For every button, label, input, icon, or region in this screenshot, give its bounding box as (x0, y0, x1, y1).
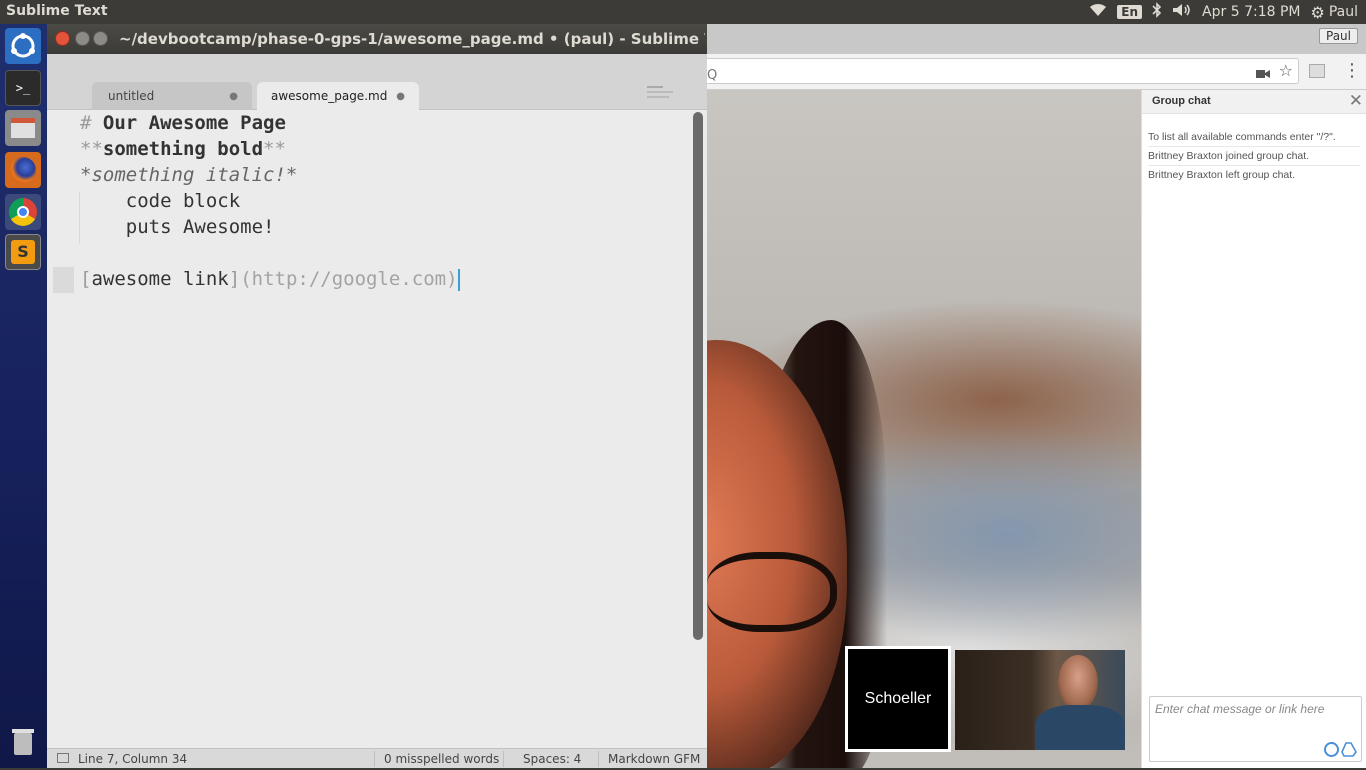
dash-home-icon[interactable] (5, 28, 41, 64)
files-icon[interactable] (5, 110, 41, 146)
participant-name: Schoeller (864, 690, 932, 707)
gear-icon: ⚙ (1310, 2, 1325, 22)
hangout-main-video[interactable]: Schoeller (707, 90, 1141, 768)
chrome-toolbar: Q ☆ ⋮ (707, 54, 1366, 90)
md-bold-close: ** (263, 138, 286, 160)
active-app-title: Sublime Text (6, 3, 108, 19)
camera-icon[interactable] (1256, 65, 1270, 84)
volume-icon[interactable] (1172, 3, 1192, 21)
chat-message: Brittney Braxton joined group chat. (1148, 147, 1360, 166)
close-window-icon[interactable] (55, 31, 70, 46)
session-menu[interactable]: ⚙ Paul (1311, 3, 1359, 22)
chat-message: To list all available commands enter "/?… (1148, 128, 1360, 147)
text-cursor (457, 268, 460, 291)
firefox-icon[interactable] (5, 152, 41, 188)
md-link-close: ] (228, 268, 241, 290)
tab-untitled[interactable]: untitled ● (92, 82, 252, 110)
editor-line-5: puts Awesome! (80, 216, 275, 238)
panel-toggle-icon[interactable] (57, 753, 69, 763)
editor-line-2: **something bold** (80, 138, 286, 164)
md-italic-open: * (80, 164, 92, 186)
status-indentation[interactable]: Spaces: 4 (523, 752, 581, 766)
clock-date: Apr 5 (1202, 4, 1240, 20)
emoji-icon[interactable] (1324, 742, 1339, 757)
minimize-window-icon[interactable] (75, 31, 90, 46)
chrome-window: Paul Q ☆ ⋮ Schoeller Group chat ✕ To lis… (707, 24, 1366, 768)
chat-input-placeholder: Enter chat message or link here (1155, 702, 1325, 716)
tab-bar: untitled ● awesome_page.md ● (47, 54, 707, 110)
clock-time: 7:18 PM (1244, 4, 1301, 20)
wifi-icon[interactable] (1089, 3, 1107, 21)
extension-icon[interactable] (1309, 64, 1325, 78)
thumbnail-body (1035, 705, 1125, 750)
keyboard-layout-indicator[interactable]: En (1117, 5, 1143, 19)
session-user: Paul (1328, 4, 1358, 20)
participant-thumbnail-self[interactable] (955, 650, 1125, 750)
omnibox[interactable]: Q ☆ (707, 58, 1299, 84)
sublime-text-window: ~/devbootcamp/phase-0-gps-1/awesome_page… (47, 24, 707, 768)
omnibox-text: Q (707, 68, 718, 83)
md-link-open: [ (80, 268, 92, 290)
status-position: Line 7, Column 34 (78, 752, 188, 766)
terminal-icon[interactable]: >_ (5, 70, 41, 106)
sublime-window-title: ~/devbootcamp/phase-0-gps-1/awesome_page… (119, 30, 705, 48)
tab-dirty-indicator[interactable]: ● (229, 91, 238, 102)
tab-label: untitled (108, 89, 155, 103)
indicator-area: En Apr 5 7:18 PM ⚙ Paul (1089, 0, 1358, 24)
chat-title: Group chat (1152, 95, 1211, 107)
sublime-titlebar: ~/devbootcamp/phase-0-gps-1/awesome_page… (47, 24, 707, 54)
editor-line-4: code block (80, 190, 241, 212)
chat-message-input[interactable]: Enter chat message or link here (1149, 696, 1362, 762)
md-italic-close: * (285, 164, 298, 186)
bookmark-star-icon[interactable]: ☆ (1279, 61, 1293, 80)
trash-icon[interactable] (5, 724, 41, 760)
video-person-glasses (707, 552, 837, 632)
editor-area[interactable]: # Our Awesome Page **something bold** *s… (47, 110, 691, 770)
launcher: >_ S (0, 24, 47, 768)
top-panel: Sublime Text En Apr 5 7:18 PM ⚙ Paul (0, 0, 1366, 24)
md-link-text: awesome link (91, 268, 229, 290)
md-italic-text: something italic! (91, 164, 286, 186)
minimap[interactable] (647, 86, 677, 102)
md-heading-marker: # (80, 112, 92, 134)
chrome-titlebar: Paul (707, 24, 1366, 54)
editor-line-1: # Our Awesome Page (80, 112, 286, 138)
close-icon[interactable]: ✕ (1349, 91, 1363, 111)
md-heading-text: Our Awesome Page (102, 112, 286, 134)
status-syntax[interactable]: Markdown GFM (608, 752, 700, 766)
status-spellcheck[interactable]: 0 misspelled words (384, 752, 499, 766)
clock[interactable]: Apr 5 7:18 PM (1202, 4, 1300, 20)
group-chat-panel: Group chat ✕ To list all available comma… (1141, 90, 1366, 768)
chat-message: Brittney Braxton left group chat. (1148, 169, 1296, 181)
drive-icon[interactable] (1341, 742, 1357, 757)
md-bold-open: ** (80, 138, 103, 160)
current-line-gutter (53, 267, 74, 293)
participant-thumbnail-schoeller[interactable]: Schoeller (845, 646, 951, 752)
tab-label: awesome_page.md (271, 89, 388, 103)
chrome-menu-icon[interactable]: ⋮ (1343, 60, 1361, 81)
editor-line-3: *something italic!* (80, 164, 297, 190)
chat-header: Group chat ✕ (1142, 90, 1366, 114)
tab-dirty-indicator[interactable]: ● (396, 91, 405, 102)
status-bar: Line 7, Column 34 0 misspelled words Spa… (47, 748, 707, 768)
maximize-window-icon[interactable] (93, 31, 108, 46)
bluetooth-icon[interactable] (1152, 2, 1162, 22)
chrome-icon[interactable] (5, 194, 41, 230)
md-bold-text: something bold (102, 138, 264, 160)
tab-awesome-page[interactable]: awesome_page.md ● (257, 82, 419, 110)
chrome-profile-button[interactable]: Paul (1319, 28, 1358, 44)
md-link-url: (http://google.com) (240, 268, 458, 290)
sublime-text-icon[interactable]: S (5, 234, 41, 270)
vertical-scrollbar[interactable] (693, 112, 703, 640)
editor-line-7: [awesome link](http://google.com) (80, 268, 460, 294)
thumbnail-head (1058, 655, 1098, 710)
